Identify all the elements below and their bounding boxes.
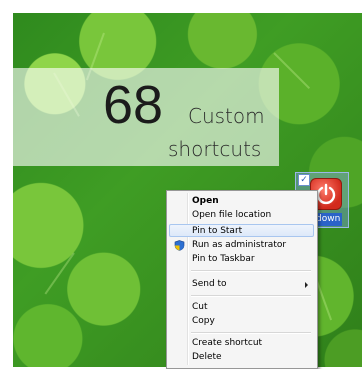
menu-item-label: Pin to Taskbar: [192, 254, 255, 264]
shortcut-label: down: [314, 213, 343, 226]
menu-item-cut[interactable]: Cut: [169, 301, 314, 314]
checkbox-icon[interactable]: ✓: [298, 174, 310, 186]
menu-item-send-to[interactable]: Send to: [169, 278, 314, 291]
title-number: 68: [103, 75, 164, 135]
menu-item-create-shortcut[interactable]: Create shortcut: [169, 337, 314, 350]
menu-item-open[interactable]: Open: [169, 195, 314, 208]
title-word-shortcuts: shortcuts: [168, 137, 262, 161]
menu-item-run-as-administrator[interactable]: Run as administrator: [169, 239, 314, 252]
menu-item-label: Open: [192, 196, 219, 206]
menu-item-label: Open file location: [192, 210, 272, 220]
menu-item-pin-to-start[interactable]: Pin to Start: [169, 224, 314, 237]
menu-item-label: Create shortcut: [192, 338, 263, 348]
menu-item-label: Run as administrator: [192, 240, 287, 250]
menu-item-open-file-location[interactable]: Open file location: [169, 209, 314, 222]
context-menu: Open Open file location Pin to Start Run…: [166, 190, 318, 369]
menu-item-pin-to-taskbar[interactable]: Pin to Taskbar: [169, 253, 314, 266]
menu-separator: [191, 332, 311, 334]
menu-item-label: Delete: [192, 352, 222, 362]
menu-separator: [191, 270, 311, 272]
submenu-arrow-icon: [305, 282, 308, 288]
menu-item-label: Copy: [192, 316, 215, 326]
menu-item-label: Pin to Start: [192, 226, 243, 236]
leaf-vein: [44, 252, 75, 295]
menu-separator: [191, 295, 311, 297]
menu-item-label: Send to: [192, 279, 227, 289]
title-word-custom: Custom: [188, 104, 265, 128]
menu-item-copy[interactable]: Copy: [169, 315, 314, 328]
menu-item-label: Cut: [192, 302, 208, 312]
menu-item-delete[interactable]: Delete: [169, 351, 314, 364]
